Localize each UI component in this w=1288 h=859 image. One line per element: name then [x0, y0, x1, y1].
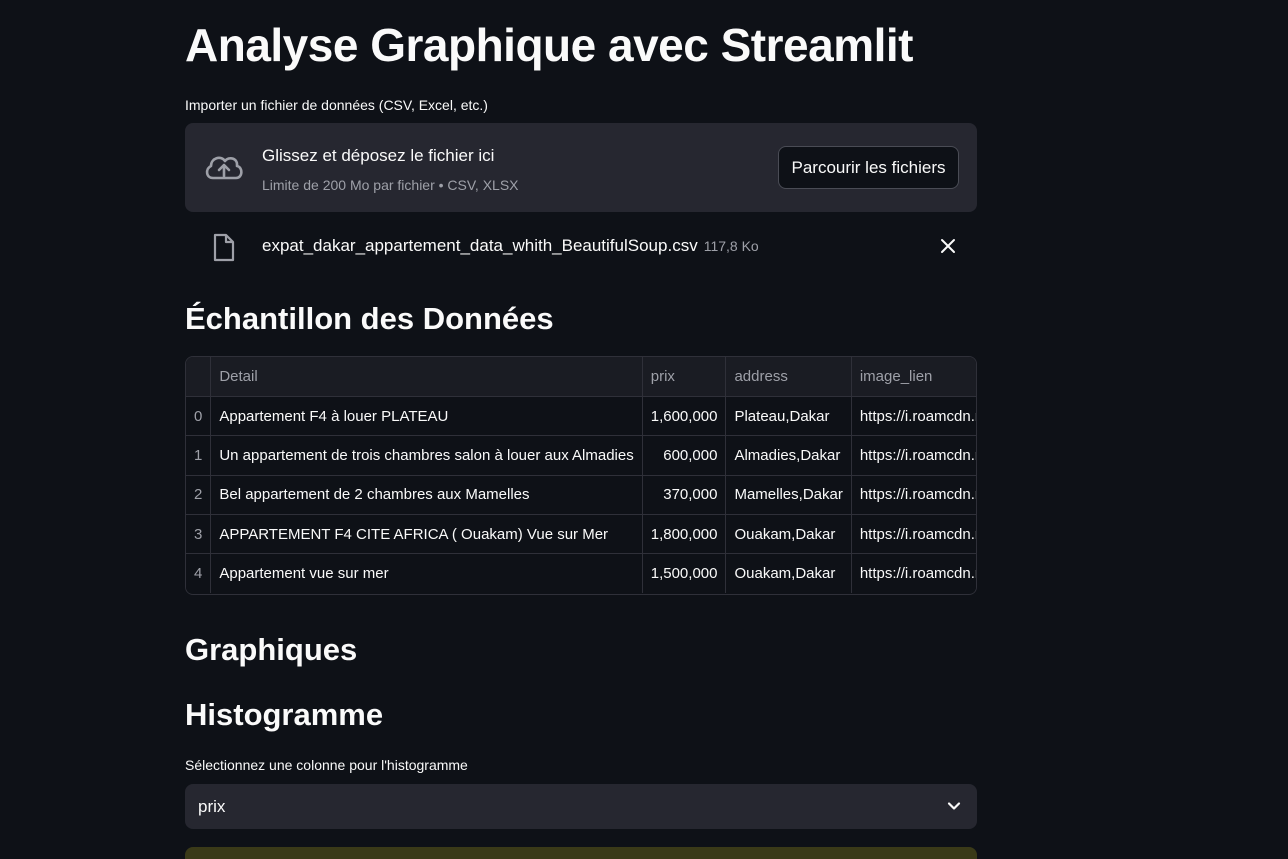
histogram-select-label: Sélectionnez une colonne pour l'histogra…: [185, 757, 468, 773]
browse-files-button[interactable]: Parcourir les fichiers: [778, 146, 959, 189]
column-header-index[interactable]: [186, 357, 212, 397]
table-header-row: Detail prix address image_lien: [186, 357, 976, 397]
cell-prix[interactable]: 600,000: [642, 435, 727, 476]
cell-prix[interactable]: 1,500,000: [642, 553, 727, 594]
histogram-heading: Histogramme: [185, 697, 384, 732]
file-name: expat_dakar_appartement_data_whith_Beaut…: [262, 236, 759, 256]
cell-image-lien[interactable]: https://i.roamcdn.net: [851, 553, 976, 594]
cell-address[interactable]: Ouakam,Dakar: [725, 553, 852, 594]
cell-image-lien[interactable]: https://i.roamcdn.net: [851, 475, 976, 516]
close-icon[interactable]: [939, 237, 957, 255]
histogram-column-select[interactable]: prix: [185, 784, 977, 829]
chart-container-top: [185, 847, 977, 859]
sample-heading: Échantillon des Données: [185, 301, 554, 336]
table-row: 0 Appartement F4 à louer PLATEAU 1,600,0…: [186, 396, 976, 437]
row-index[interactable]: 3: [186, 514, 212, 555]
row-index[interactable]: 4: [186, 553, 212, 594]
table-row: 3 APPARTEMENT F4 CITE AFRICA ( Ouakam) V…: [186, 514, 976, 555]
cell-detail[interactable]: Appartement vue sur mer: [210, 553, 643, 594]
cell-image-lien[interactable]: https://i.roamcdn.net: [851, 396, 976, 437]
cell-image-lien[interactable]: https://i.roamcdn.net: [851, 435, 976, 476]
table-row: 4 Appartement vue sur mer 1,500,000 Ouak…: [186, 553, 976, 594]
file-name-text: expat_dakar_appartement_data_whith_Beaut…: [262, 236, 698, 255]
cell-detail[interactable]: Bel appartement de 2 chambres aux Mamell…: [210, 475, 643, 516]
column-header-prix[interactable]: prix: [642, 357, 727, 397]
dropzone-limit: Limite de 200 Mo par fichier • CSV, XLSX: [262, 177, 519, 193]
row-index[interactable]: 1: [186, 435, 212, 476]
data-table[interactable]: Detail prix address image_lien 0 Apparte…: [185, 356, 977, 595]
cell-detail[interactable]: Appartement F4 à louer PLATEAU: [210, 396, 643, 437]
cell-address[interactable]: Plateau,Dakar: [725, 396, 852, 437]
column-header-image-lien[interactable]: image_lien: [851, 357, 976, 397]
cell-detail[interactable]: APPARTEMENT F4 CITE AFRICA ( Ouakam) Vue…: [210, 514, 643, 555]
cell-address[interactable]: Ouakam,Dakar: [725, 514, 852, 555]
uploader-label: Importer un fichier de données (CSV, Exc…: [185, 97, 488, 113]
uploaded-file-row: expat_dakar_appartement_data_whith_Beaut…: [185, 226, 977, 266]
column-header-address[interactable]: address: [725, 357, 852, 397]
column-header-detail[interactable]: Detail: [210, 357, 643, 397]
graphs-heading: Graphiques: [185, 632, 358, 667]
file-dropzone[interactable]: Glissez et déposez le fichier ici Limite…: [185, 123, 977, 212]
page-title: Analyse Graphique avec Streamlit: [185, 19, 913, 71]
row-index[interactable]: 2: [186, 475, 212, 516]
row-index[interactable]: 0: [186, 396, 212, 437]
cell-prix[interactable]: 1,600,000: [642, 396, 727, 437]
cell-address[interactable]: Almadies,Dakar: [725, 435, 852, 476]
selected-value: prix: [198, 797, 226, 816]
cell-detail[interactable]: Un appartement de trois chambres salon à…: [210, 435, 643, 476]
table-row: 1 Un appartement de trois chambres salon…: [186, 435, 976, 476]
cell-prix[interactable]: 370,000: [642, 475, 727, 516]
file-icon: [213, 233, 235, 262]
table-row: 2 Bel appartement de 2 chambres aux Mame…: [186, 475, 976, 516]
dropzone-title: Glissez et déposez le fichier ici: [262, 146, 495, 165]
cell-image-lien[interactable]: https://i.roamcdn.net: [851, 514, 976, 555]
cloud-upload-icon: [205, 156, 243, 180]
cell-prix[interactable]: 1,800,000: [642, 514, 727, 555]
chevron-down-icon: [947, 802, 961, 810]
file-size: 117,8 Ko: [703, 238, 759, 254]
cell-address[interactable]: Mamelles,Dakar: [725, 475, 852, 516]
